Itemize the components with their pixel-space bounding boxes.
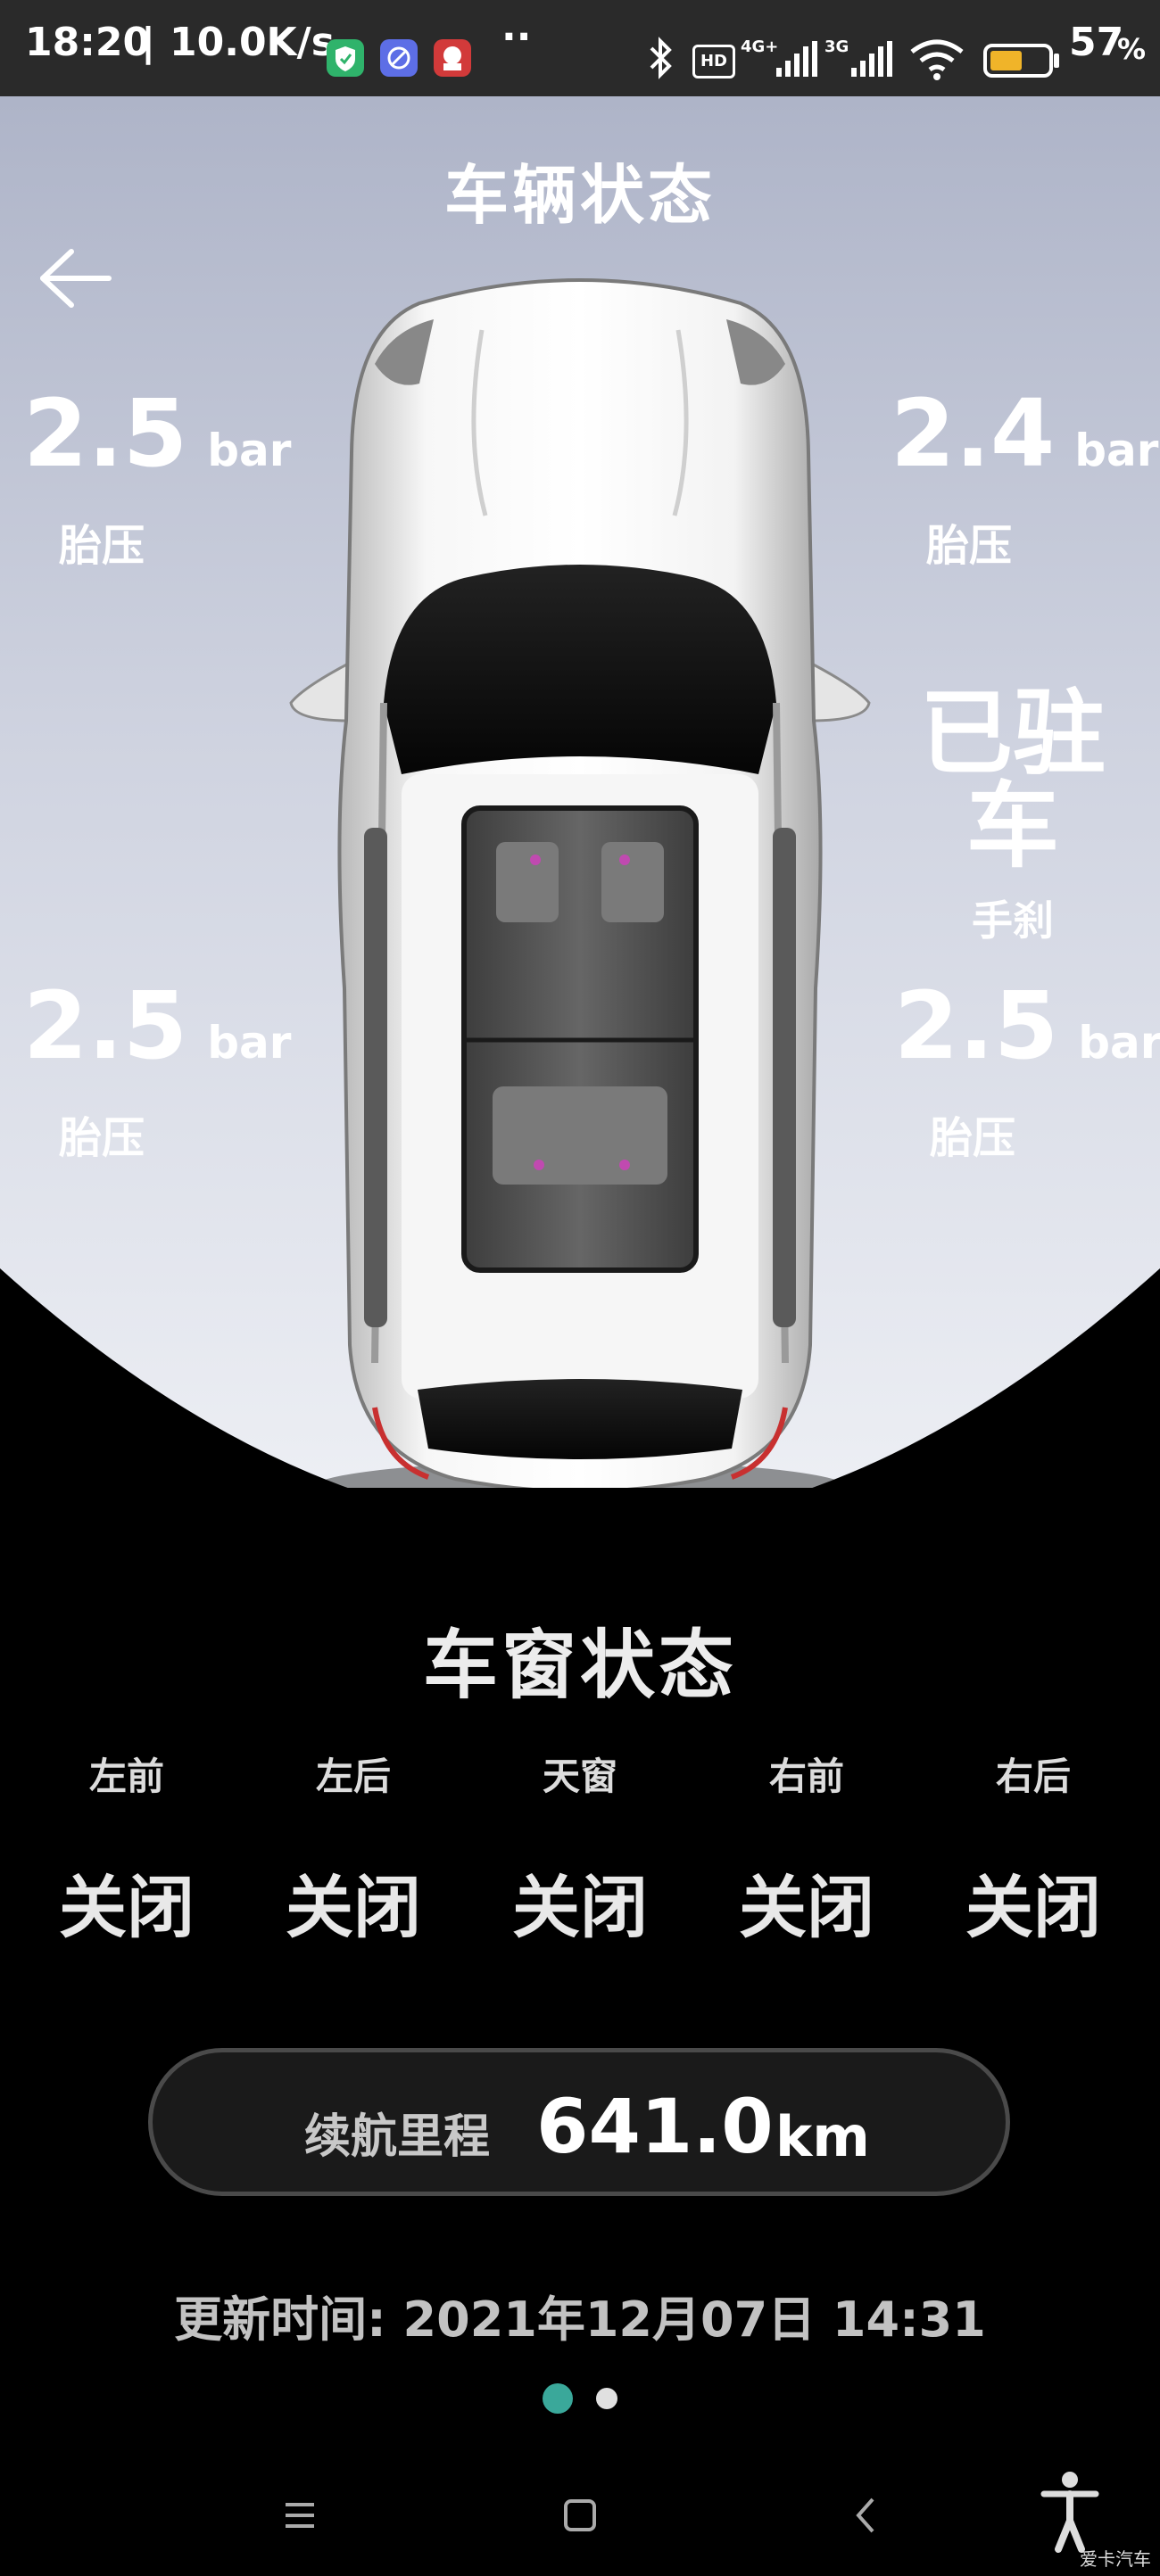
status-time: 18:20	[25, 20, 151, 65]
tire-front-right-unit: bar	[1074, 425, 1159, 476]
tire-front-right: 2.4 bar 胎压	[891, 387, 1158, 573]
more-notifications-icon: ··	[501, 14, 532, 60]
window-front-right: 右前 关闭	[717, 1746, 896, 1951]
bluetooth-icon	[650, 37, 672, 79]
range-card: 续航里程 641.0 km	[148, 2048, 1010, 2196]
tire-front-right-label: 胎压	[926, 521, 1013, 571]
tire-rear-left: 2.5 bar 胎压	[23, 979, 291, 1165]
range-label: 续航里程	[304, 2110, 491, 2164]
tire-front-left-unit: bar	[207, 425, 292, 476]
tire-rear-right: 2.5 bar 胎压	[894, 979, 1160, 1165]
signal-icon-2	[851, 41, 892, 77]
notes-app-icon	[434, 39, 471, 77]
window-state: 关闭	[512, 1868, 648, 1947]
status-network-speed: 10.0K/s	[170, 20, 335, 65]
signal-icon-1	[776, 41, 817, 77]
accessibility-icon[interactable]	[1039, 2469, 1101, 2555]
page-dot-1[interactable]	[543, 2383, 574, 2414]
range-value: 641.0	[536, 2083, 774, 2170]
tire-front-left: 2.5 bar 胎压	[23, 387, 291, 573]
window-status-title: 车窗状态	[422, 1622, 737, 1709]
home-icon[interactable]	[562, 2480, 598, 2551]
window-label: 左前	[88, 1754, 164, 1798]
parking-brake-status: 已驻车 手刹	[874, 687, 1151, 947]
window-state: 关闭	[59, 1868, 195, 1947]
menu-icon[interactable]	[282, 2480, 318, 2551]
window-label: 天窗	[542, 1754, 617, 1798]
window-label: 左后	[315, 1754, 391, 1798]
battery-icon	[983, 44, 1059, 78]
network-type-1: 4G+	[741, 37, 779, 56]
travel-app-icon	[380, 39, 418, 77]
tire-rear-right-unit: bar	[1078, 1017, 1160, 1069]
parking-status-label: 手刹	[972, 896, 1054, 945]
tire-front-right-value: 2.4	[891, 379, 1056, 488]
window-state: 关闭	[739, 1868, 874, 1947]
car-top-view-illustration	[289, 278, 871, 1488]
parking-status-text: 已驻车	[919, 679, 1106, 880]
page-indicator	[0, 2383, 1160, 2414]
window-front-left: 左前 关闭	[37, 1746, 216, 1951]
tire-front-left-label: 胎压	[59, 521, 145, 571]
window-state: 关闭	[965, 1868, 1101, 1947]
system-nav-bar	[0, 2462, 1160, 2576]
back-arrow-icon[interactable]	[36, 246, 116, 310]
tire-rear-right-value: 2.5	[894, 971, 1059, 1080]
tire-rear-left-value: 2.5	[23, 971, 188, 1080]
hd-voice-icon: HD	[692, 45, 735, 78]
window-label: 右后	[995, 1754, 1071, 1798]
back-nav-icon[interactable]	[848, 2480, 883, 2551]
shield-app-icon	[327, 39, 364, 77]
tire-rear-right-label: 胎压	[930, 1113, 1016, 1163]
window-label: 右前	[768, 1754, 844, 1798]
tire-rear-left-label: 胎压	[59, 1113, 145, 1163]
window-rear-right: 右后 关闭	[944, 1746, 1123, 1951]
network-type-2: 3G	[824, 37, 849, 56]
battery-percent-sign: %	[1117, 32, 1147, 66]
battery-percent: 57	[1069, 20, 1124, 65]
window-sunroof: 天窗 关闭	[491, 1746, 669, 1951]
wifi-icon	[910, 39, 964, 80]
tire-front-left-value: 2.5	[23, 379, 188, 488]
range-unit: km	[775, 2104, 870, 2169]
watermark: 爱卡汽车	[1080, 2548, 1151, 2570]
window-rear-left: 左后 关闭	[264, 1746, 443, 1951]
page-dot-2[interactable]	[595, 2388, 617, 2409]
window-state: 关闭	[286, 1868, 421, 1947]
update-time: 更新时间: 2021年12月07日 14:31	[174, 2291, 986, 2348]
tire-rear-left-unit: bar	[207, 1017, 292, 1069]
status-bar: 18:20 | 10.0K/s ·· HD 4G+ 3G 57 %	[0, 0, 1160, 96]
page-title: 车辆状态	[443, 158, 716, 233]
status-separator: |	[141, 20, 156, 65]
